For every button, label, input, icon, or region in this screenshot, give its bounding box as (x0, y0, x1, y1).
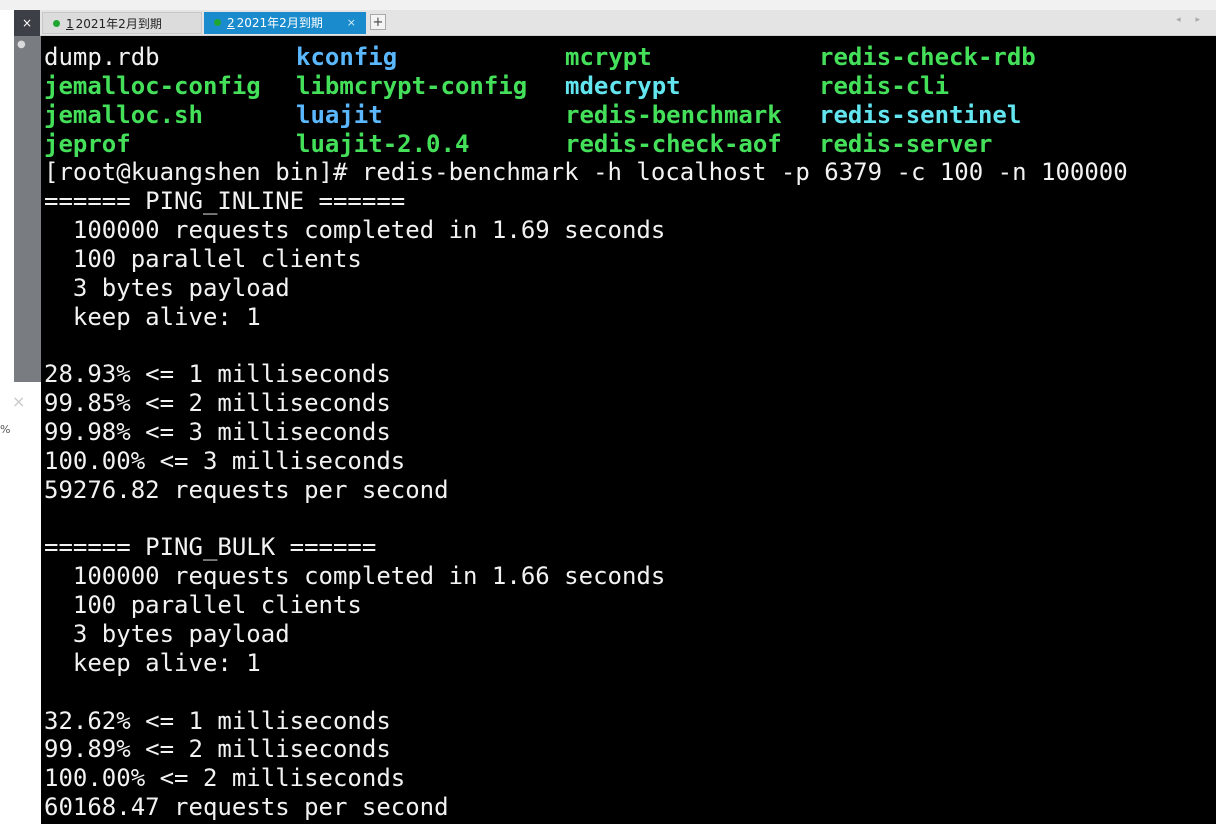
output-line: 100.00% <= 2 milliseconds (44, 764, 406, 793)
output-line: keep alive: 1 (44, 302, 261, 331)
output-line: 100 parallel clients (44, 244, 362, 273)
close-all-tabs-button[interactable]: × (14, 10, 40, 36)
tab-session-1[interactable]: 1 2021年2月到期 (42, 12, 202, 34)
listing-entry: redis-cli (819, 71, 950, 100)
side-panel (0, 382, 41, 824)
terminal-screen[interactable]: dump.rdb kconfig mcrypt redis-check-rdb jema… (41, 36, 1216, 824)
output-line: 99.85% <= 2 milliseconds (44, 389, 391, 418)
listing-entry: luajit-2.0.4 (296, 129, 470, 158)
listing-entry: jeprof (44, 129, 131, 158)
close-icon[interactable]: × (12, 392, 25, 411)
output-line: ====== PING_INLINE ====== (44, 187, 406, 216)
listing-entry: jemalloc.sh (44, 100, 203, 129)
output-line: 60168.47 requests per second (44, 793, 449, 822)
output-line: 28.93% <= 1 milliseconds (44, 360, 391, 389)
output-line: 100000 requests completed in 1.69 second… (44, 216, 666, 245)
listing-entry: jemalloc-config (44, 71, 261, 100)
listing-entry: mcrypt (565, 43, 652, 71)
listing-entry: luajit (296, 100, 383, 129)
output-line: ====== PING_BULK ====== (44, 533, 377, 562)
listing-entry: dump.rdb (44, 43, 160, 71)
side-percent-label: % (0, 423, 11, 436)
output-line: 3 bytes payload (44, 620, 290, 648)
tab-label: 2021年2月到期 (236, 16, 323, 30)
close-tab-icon[interactable]: × (347, 12, 356, 34)
tab-number: 1 (66, 17, 74, 31)
connected-status-icon (214, 19, 221, 26)
listing-entry: redis-check-rdb (819, 43, 1036, 71)
tab-scroll-arrows[interactable]: ◂ ▸ (1176, 15, 1206, 25)
output-line: 99.89% <= 2 milliseconds (44, 735, 391, 764)
listing-entry: redis-benchmark (565, 100, 782, 129)
listing-entry: redis-server (819, 129, 993, 158)
output-line: 32.62% <= 1 milliseconds (44, 706, 391, 735)
tab-bar: × 1 2021年2月到期 2 2021年2月到期 × + ◂ ▸ (14, 10, 1216, 36)
listing-entry: libmcrypt-config (296, 71, 528, 100)
output-line: keep alive: 1 (44, 648, 261, 677)
listing-entry: redis-sentinel (819, 100, 1022, 129)
output-line: 100 parallel clients (44, 591, 362, 620)
left-gutter (14, 36, 41, 382)
output-line: 100.00% <= 3 milliseconds (44, 446, 406, 475)
tab-session-2[interactable]: 2 2021年2月到期 × (204, 12, 366, 34)
command-line: [root@kuangshen bin]# redis-benchmark -h… (44, 158, 1128, 187)
output-line: 59276.82 requests per second (44, 475, 449, 504)
window-top-strip (0, 0, 1216, 10)
tab-number: 2 (227, 16, 235, 30)
new-tab-button[interactable]: + (370, 14, 386, 30)
output-line: 100000 requests completed in 1.66 second… (44, 562, 666, 591)
output-line: 3 bytes payload (44, 273, 290, 302)
listing-entry: kconfig (296, 43, 398, 71)
output-line: 99.98% <= 3 milliseconds (44, 418, 391, 447)
pin-icon[interactable]: ● (17, 40, 27, 50)
listing-entry: redis-check-aof (565, 129, 782, 158)
connected-status-icon (53, 20, 60, 27)
listing-entry: mdecrypt (565, 71, 681, 100)
tab-label: 2021年2月到期 (75, 17, 162, 31)
